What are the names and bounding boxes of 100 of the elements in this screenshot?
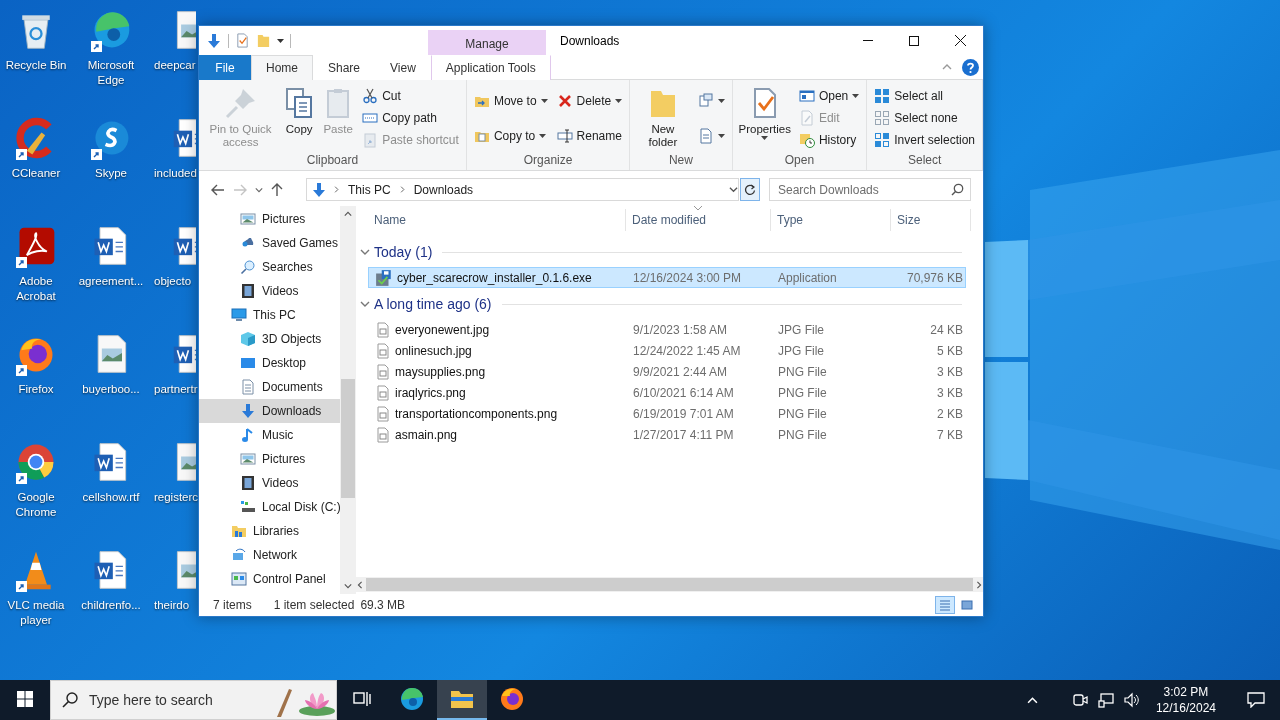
file-row[interactable]: asmain.png 1/27/2017 4:11 PM PNG File 7 KB <box>368 424 966 445</box>
clipboard-icon <box>362 132 379 148</box>
nav-item[interactable]: Local Disk (C:) <box>199 495 340 519</box>
ribbon-button[interactable]: History <box>795 129 863 151</box>
file-name: iraqlyrics.png <box>395 385 466 400</box>
nav-item[interactable]: Pictures <box>199 207 340 231</box>
group-header[interactable]: Today (1) <box>356 241 962 263</box>
ribbon-group: Properties Open Edit History Open <box>732 80 868 170</box>
ribbon-button[interactable]: Move to <box>470 89 551 112</box>
column-header[interactable]: Name <box>368 209 626 231</box>
image-file-icon <box>375 321 391 338</box>
nav-item[interactable]: Pictures <box>199 447 340 471</box>
image-file-icon <box>375 363 391 380</box>
type-cell-text: JPG File <box>777 343 825 358</box>
chevron-up-icon <box>942 62 952 72</box>
nav-item[interactable]: Control Panel <box>199 567 340 591</box>
file-row[interactable]: everyonewent.jpg 9/1/2023 1:58 AM JPG File 24 KB <box>368 319 966 340</box>
desktop-shortcut[interactable]: agreement... <box>72 224 150 332</box>
scroll-thumb[interactable] <box>341 379 355 498</box>
ribbon-button[interactable]: Delete <box>553 89 626 112</box>
ribbon-group: Select all Select none Invert selection Select <box>867 80 983 170</box>
ribbon-button[interactable]: Copy to <box>470 124 551 147</box>
desktop-shortcut[interactable]: CCleaner <box>0 116 72 224</box>
desktop-shortcut[interactable]: Skype <box>72 116 150 224</box>
nav-item[interactable]: Saved Games <box>199 231 340 255</box>
ribbon-button[interactable]: Open <box>795 85 863 107</box>
ribbon-group: Move to Copy to Delete Rename Organize <box>466 80 631 170</box>
new-item-icon <box>697 92 714 109</box>
file-row[interactable]: cyber_scarecrow_installer_0.1.6.exe 12/16/2024 3:00 PM Application 70,976 KB <box>368 267 966 288</box>
chevron-right-icon <box>333 186 340 193</box>
column-header[interactable]: Size <box>891 209 971 231</box>
horizontal-scrollbar[interactable] <box>356 577 983 592</box>
desktop-shortcut[interactable]: Firefox <box>0 332 72 440</box>
file-row[interactable]: transportationcomponents.png 6/19/2019 7:01 AM PNG File 2 KB <box>368 403 966 424</box>
network-icon <box>231 547 247 563</box>
status-text: 1 item selected <box>273 598 355 612</box>
type-cell-text: PNG File <box>777 385 828 400</box>
file-row[interactable]: onlinesuch.jpg 12/24/2022 1:45 AM JPG File 5 KB <box>368 340 966 361</box>
desktop-shortcut[interactable]: Google Chrome <box>0 440 72 548</box>
rename-icon <box>556 127 573 144</box>
pencil-document-icon <box>798 110 815 126</box>
desktop-shortcut[interactable]: childrenfo... <box>72 548 150 656</box>
ribbon-button[interactable]: New folder <box>634 85 692 151</box>
desktop-shortcut[interactable]: cellshow.rtf <box>72 440 150 548</box>
ribbon-button[interactable]: Select all <box>871 85 978 107</box>
desktop-shortcut[interactable]: Recycle Bin <box>0 8 72 116</box>
ribbon-tab[interactable]: File <box>199 55 251 80</box>
ribbon-button[interactable]: Select none <box>871 107 978 129</box>
ribbon-tab[interactable]: Home <box>251 55 313 80</box>
date-cell-text: 9/1/2023 1:58 AM <box>632 322 729 337</box>
nav-item[interactable]: Network <box>199 543 340 567</box>
nav-item[interactable]: Videos <box>199 279 340 303</box>
back-button[interactable] <box>211 183 225 196</box>
scroll-thumb[interactable] <box>366 578 973 591</box>
nav-item[interactable]: Downloads <box>199 399 340 423</box>
nav-item[interactable]: Videos <box>199 471 340 495</box>
installer-icon <box>375 268 393 287</box>
checklist-icon <box>235 33 250 48</box>
size-cell-text: 5 KB <box>936 343 964 358</box>
desktop-shortcut[interactable]: Microsoft Edge <box>72 8 150 116</box>
taskbar-search-field[interactable]: Type here to search <box>50 680 337 720</box>
group-header[interactable]: A long time ago (6) <box>356 293 962 315</box>
fox-logo-icon <box>500 687 524 711</box>
nav-item[interactable]: Music <box>199 423 340 447</box>
chevron-right-icon <box>975 580 983 589</box>
vertical-scrollbar[interactable] <box>340 206 356 594</box>
nav-item[interactable]: This PC <box>199 303 340 327</box>
address-bar[interactable]: This PC Downloads <box>306 178 739 201</box>
breadcrumb[interactable]: This PC <box>346 182 393 197</box>
window-title: Downloads <box>560 33 621 48</box>
ribbon-button[interactable]: Copy path <box>359 107 462 129</box>
details-view-icon <box>939 599 951 611</box>
ribbon-button[interactable]: Properties <box>736 85 793 142</box>
up-button[interactable] <box>271 182 283 197</box>
nav-item[interactable]: 3D Objects <box>199 327 340 351</box>
desktop-shortcut[interactable]: Adobe Acrobat <box>0 224 72 332</box>
grid-outline-icon <box>874 110 891 126</box>
nav-item[interactable]: Documents <box>199 375 340 399</box>
clock-button[interactable]: 3:02 PM 12/16/2024 <box>1149 684 1222 716</box>
ribbon-tab[interactable]: Application Tools <box>430 55 551 80</box>
file-row[interactable]: maysupplies.png 9/9/2021 2:44 AM PNG File 3 KB <box>368 361 966 382</box>
nav-item[interactable]: Desktop <box>199 351 340 375</box>
column-header[interactable]: Date modified <box>626 209 771 231</box>
nav-item[interactable]: Libraries <box>199 519 340 543</box>
nav-item[interactable]: Searches <box>199 255 340 279</box>
search-icon <box>62 692 78 708</box>
ribbon-button[interactable]: Rename <box>553 124 626 147</box>
desktop-shortcut[interactable]: buyerboo... <box>72 332 150 440</box>
desktop-shortcut[interactable]: VLC media player <box>0 548 72 656</box>
taskbar-app[interactable] <box>437 680 487 720</box>
column-header[interactable]: Type <box>771 209 891 231</box>
ribbon-button[interactable]: Invert selection <box>871 129 978 151</box>
ribbon-button[interactable]: Cut <box>359 85 462 107</box>
ribbon-button[interactable]: Copy <box>281 85 318 138</box>
recent-locations-button[interactable] <box>255 185 263 194</box>
file-row[interactable]: iraqlyrics.png 6/10/2021 6:14 AM PNG File 3 KB <box>368 382 966 403</box>
date-cell-text: 9/9/2021 2:44 AM <box>632 364 729 379</box>
breadcrumb[interactable]: Downloads <box>411 182 476 197</box>
search-field[interactable]: Search Downloads <box>769 178 971 201</box>
refresh-button[interactable] <box>740 178 760 201</box>
